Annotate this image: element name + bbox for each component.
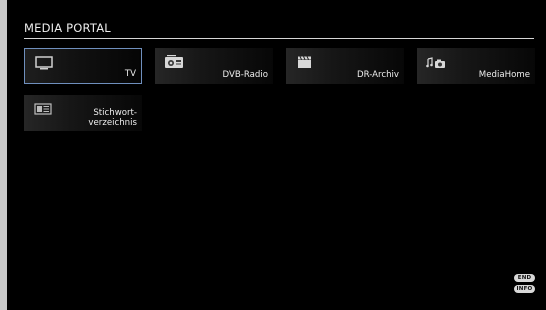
media-portal-screen: MEDIA PORTAL TV DVB-Radio DR-Archiv Medi…: [7, 0, 546, 310]
radio-icon: [165, 55, 183, 68]
tile-mediahome[interactable]: MediaHome: [417, 48, 535, 84]
keyword-index-icon: [34, 103, 52, 115]
tile-label-dr-archiv: DR-Archiv: [356, 70, 399, 80]
end-key-hint[interactable]: END: [514, 274, 535, 282]
tv-icon: [35, 56, 53, 70]
tile-label-line-1: Stichwort-: [93, 108, 137, 118]
tile-stichwortverzeichnis[interactable]: Stichwort- verzeichnis: [24, 95, 142, 131]
tile-label-mediahome: MediaHome: [478, 70, 530, 80]
tile-dr-archiv[interactable]: DR-Archiv: [286, 48, 404, 84]
media-home-icon: [426, 57, 445, 68]
tile-label-line-2: verzeichnis: [88, 118, 137, 128]
clapperboard-icon: [298, 56, 311, 68]
tile-label-tv: TV: [124, 69, 136, 79]
tile-dvb-radio[interactable]: DVB-Radio: [155, 48, 273, 84]
title-divider: [24, 38, 534, 39]
info-key-hint[interactable]: INFO: [514, 285, 535, 293]
tile-label-stichwortverzeichnis: Stichwort- verzeichnis: [88, 108, 137, 128]
tile-label-dvb-radio: DVB-Radio: [222, 70, 269, 80]
tile-tv[interactable]: TV: [24, 48, 142, 84]
page-title: MEDIA PORTAL: [24, 21, 111, 35]
